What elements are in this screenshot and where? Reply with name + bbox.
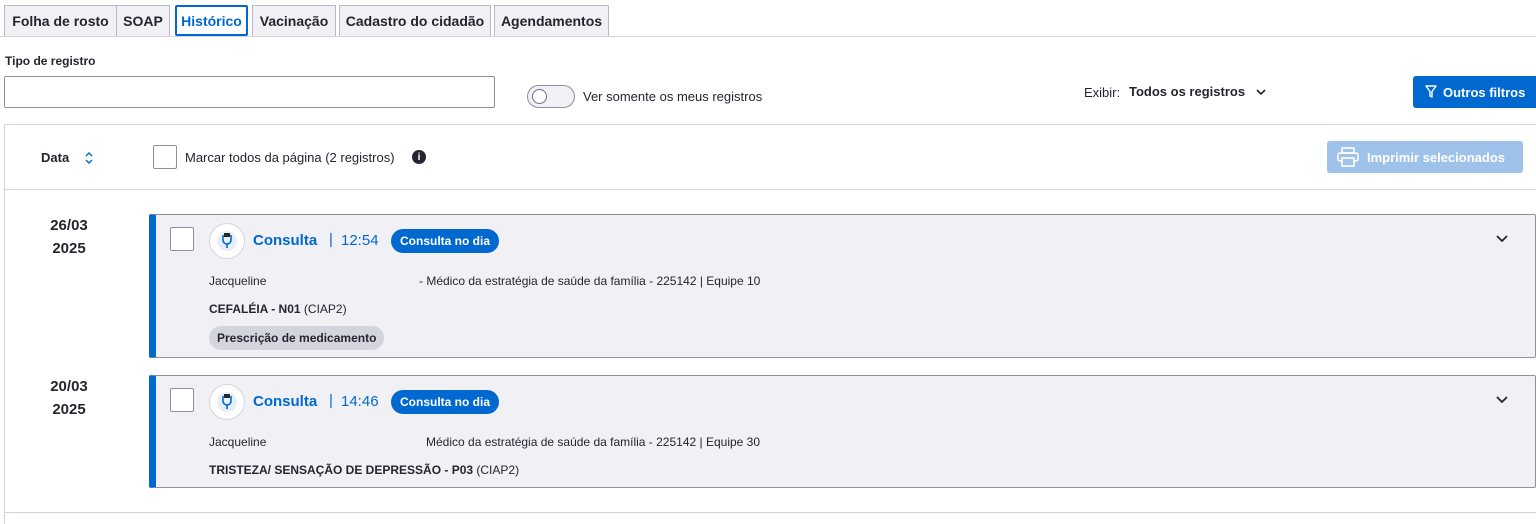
record-date: 20/03 2025 — [34, 375, 104, 421]
record-diagnosis: CEFALÉIA - N01 (CIAP2) — [209, 302, 347, 316]
tab-vacinacao[interactable]: Vacinação — [252, 5, 336, 36]
record-title: Consulta — [253, 393, 318, 410]
record-date-year: 2025 — [52, 401, 86, 418]
filter-icon — [1425, 85, 1437, 98]
professional-role: - Médico da estratégia de saúde da famíl… — [419, 274, 761, 288]
chevron-down-icon[interactable] — [1495, 232, 1509, 246]
professional-name: Jacqueline — [209, 274, 267, 288]
record-diagnosis: TRISTEZA/ SENSAÇÃO DE DEPRESSÃO - P03 (C… — [209, 463, 519, 477]
record-date-day: 26/03 — [50, 217, 88, 234]
tipo-registro-input[interactable] — [4, 76, 495, 108]
stethoscope-icon — [209, 223, 245, 259]
professional-name: Jacqueline — [209, 435, 267, 449]
imprimir-selecionados-button[interactable]: Imprimir selecionados — [1327, 141, 1523, 173]
professional-role: Médico da estratégia de saúde da família… — [426, 435, 761, 449]
toggle-knob — [532, 89, 547, 104]
record-title: Consulta — [253, 232, 318, 249]
tab-soap[interactable]: SOAP — [116, 5, 170, 36]
record-checkbox[interactable] — [170, 388, 194, 412]
meus-registros-toggle[interactable] — [527, 85, 575, 108]
tab-historico[interactable]: Histórico — [175, 5, 248, 36]
select-all-checkbox[interactable] — [153, 145, 177, 169]
chevron-down-icon[interactable] — [1255, 86, 1267, 98]
record-date-day: 20/03 — [50, 378, 88, 395]
record-time: 12:54 — [341, 232, 379, 249]
imprimir-label: Imprimir selecionados — [1367, 149, 1505, 165]
chevron-down-icon[interactable] — [1495, 393, 1509, 407]
record-badge: Consulta no dia — [391, 229, 499, 253]
record-checkbox[interactable] — [170, 227, 194, 251]
sort-by-date[interactable]: Data — [41, 150, 69, 165]
record-date: 26/03 2025 — [34, 214, 104, 260]
record-time: 14:46 — [341, 393, 379, 410]
stethoscope-icon — [209, 384, 245, 420]
printer-icon — [1337, 147, 1359, 167]
select-all-label: Marcar todos da página (2 registros) — [185, 150, 395, 165]
exibir-select[interactable]: Todos os registros — [1129, 84, 1245, 99]
tab-cadastro-do-cidadao[interactable]: Cadastro do cidadão — [339, 5, 491, 36]
info-icon[interactable]: i — [412, 150, 426, 164]
outros-filtros-button[interactable]: Outros filtros — [1413, 76, 1536, 108]
record-separator: | — [329, 392, 333, 409]
record-badge: Consulta no dia — [391, 390, 499, 414]
tab-folha-de-rosto[interactable]: Folha de rosto — [4, 5, 117, 36]
sort-icon[interactable] — [83, 150, 95, 166]
record-separator: | — [329, 231, 333, 248]
divider — [4, 512, 1536, 513]
tab-bar: Folha de rosto SOAP Histórico Vacinação … — [0, 0, 1536, 37]
tipo-registro-label: Tipo de registro — [5, 54, 96, 68]
record-tag: Prescrição de medicamento — [209, 326, 385, 350]
diagnosis-name: TRISTEZA/ SENSAÇÃO DE DEPRESSÃO - P03 — [209, 463, 474, 477]
record-card[interactable]: Consulta | 14:46 Consulta no dia Jacquel… — [149, 375, 1536, 488]
record-card[interactable]: Consulta | 12:54 Consulta no dia Jacquel… — [149, 214, 1536, 358]
record-date-year: 2025 — [52, 240, 86, 257]
exibir-label: Exibir: — [1084, 85, 1121, 100]
meus-registros-label: Ver somente os meus registros — [583, 89, 763, 104]
diagnosis-name: CEFALÉIA - N01 — [209, 302, 301, 316]
outros-filtros-label: Outros filtros — [1443, 84, 1526, 100]
diagnosis-code: (CIAP2) — [303, 302, 347, 316]
tab-agendamentos[interactable]: Agendamentos — [494, 5, 609, 36]
diagnosis-code: (CIAP2) — [476, 463, 520, 477]
